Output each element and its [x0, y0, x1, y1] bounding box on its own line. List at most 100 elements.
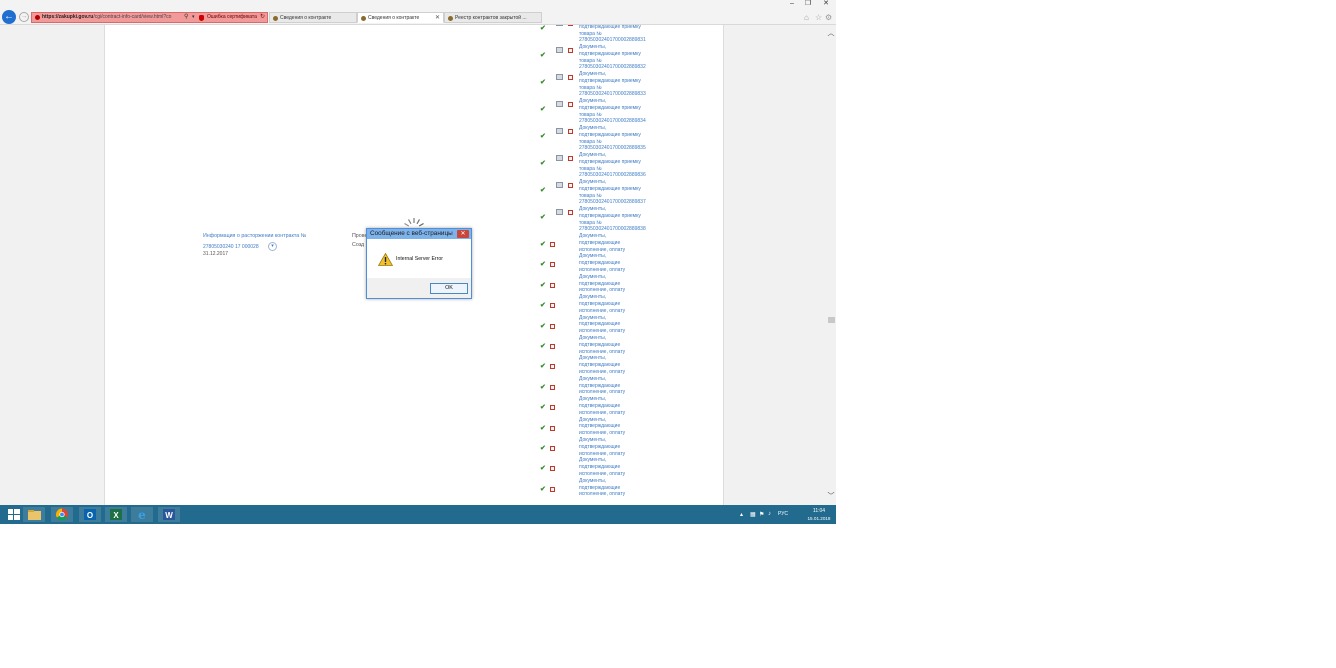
performance-doc-link[interactable]: Документы, подтверждающие исполнение, опла… [579, 355, 659, 375]
acceptance-doc-link[interactable]: Документы,подтверждающие приемкутовара №… [579, 152, 659, 179]
tab-contract-info-1[interactable]: Сведения о контракте [269, 12, 357, 23]
certificate-error-label[interactable]: Ошибка сертификата [207, 13, 257, 22]
performance-doc-link[interactable]: Документы, подтверждающие исполнение, опла… [579, 437, 659, 457]
back-button[interactable]: ← [2, 10, 16, 24]
print-icon[interactable] [556, 182, 563, 188]
delete-icon[interactable] [550, 262, 555, 268]
clock-time[interactable]: 11:04 [808, 508, 830, 514]
delete-icon[interactable] [550, 242, 555, 247]
address-url[interactable]: https://zakupki.gov.ru/cgi/contract-info… [42, 13, 182, 22]
acceptance-doc-link[interactable]: Документы,подтверждающие приемкутовара №… [579, 25, 659, 44]
chevron-down-icon[interactable]: ▾ [192, 13, 195, 22]
close-tab-icon[interactable]: ✕ [435, 13, 440, 22]
doc-number: 278050302401700002889837 [579, 199, 646, 206]
tray-chevron-icon[interactable]: ▴ [740, 511, 743, 518]
volume-icon[interactable]: ♪ [768, 511, 771, 517]
outlook-icon[interactable]: O [79, 507, 101, 522]
doc-line-1: Документы, [579, 44, 607, 50]
doc-line-3: исполнение, оплату [579, 348, 626, 355]
close-window-button[interactable]: ✕ [816, 0, 836, 8]
minimize-button[interactable]: – [784, 0, 800, 8]
delete-icon[interactable] [568, 75, 573, 80]
termination-contract-number[interactable]: 27805030240 17 000028 [203, 244, 259, 250]
print-icon[interactable] [556, 128, 563, 134]
search-icon[interactable]: ⚲ [184, 13, 188, 22]
chrome-browser-icon[interactable] [51, 507, 73, 522]
delete-icon[interactable] [550, 344, 555, 349]
acceptance-doc-link[interactable]: Документы,подтверждающие приемкутовара №… [579, 98, 659, 125]
performance-doc-link[interactable]: Документы, подтверждающие исполнение, опла… [579, 376, 659, 396]
performance-doc-link[interactable]: Документы, подтверждающие исполнение, опла… [579, 396, 659, 416]
delete-icon[interactable] [550, 364, 555, 370]
home-icon[interactable]: ⌂ [804, 13, 809, 22]
acceptance-doc-link[interactable]: Документы,подтверждающие приемкутовара №… [579, 206, 659, 233]
tab-contract-registry[interactable]: Реестр контрактов закрытой ... [444, 12, 542, 23]
acceptance-doc-link[interactable]: Документы,подтверждающие приемкутовара №… [579, 125, 659, 152]
performance-doc-link[interactable]: Документы, подтверждающие исполнение, опла… [579, 233, 659, 253]
doc-line-2: подтверждающие [579, 260, 621, 267]
delete-icon[interactable] [550, 323, 555, 329]
dialog-titlebar[interactable]: Сообщение с веб-страницы ✕ [367, 229, 471, 239]
print-icon[interactable] [556, 25, 563, 26]
delete-icon[interactable] [568, 129, 573, 134]
gear-icon[interactable]: ⚙ [825, 13, 832, 22]
forward-button[interactable]: → [19, 12, 29, 22]
acceptance-doc-link[interactable]: Документы,подтверждающие приемкутовара №… [579, 71, 659, 98]
site-favicon-icon [448, 16, 453, 21]
delete-icon[interactable] [568, 210, 573, 215]
performance-doc-link[interactable]: Документы, подтверждающие исполнение, опла… [579, 274, 659, 294]
delete-icon[interactable] [550, 466, 555, 472]
scroll-up-icon[interactable]: ︿ [826, 28, 836, 38]
performance-doc-link[interactable]: Документы, подтверждающие исполнение, опла… [579, 457, 659, 477]
file-explorer-icon[interactable] [23, 507, 45, 522]
termination-info-link[interactable]: Информация о расторжении контракта № [203, 233, 306, 239]
delete-icon[interactable] [550, 446, 555, 451]
doc-number: 278050302401700002889835 [579, 145, 646, 152]
scroll-thumb[interactable] [828, 317, 835, 323]
print-icon[interactable] [556, 209, 563, 215]
print-icon[interactable] [556, 47, 563, 53]
acceptance-doc-link[interactable]: Документы,подтверждающие приемкутовара №… [579, 44, 659, 71]
delete-icon[interactable] [568, 156, 573, 161]
excel-icon[interactable]: X [105, 507, 127, 522]
print-icon[interactable] [556, 74, 563, 80]
vertical-scrollbar[interactable]: ︿ ﹀ [826, 25, 836, 505]
delete-icon[interactable] [550, 405, 555, 411]
delete-icon[interactable] [568, 183, 573, 188]
scroll-down-icon[interactable]: ﹀ [826, 491, 836, 501]
expand-down-icon[interactable]: ▾ [268, 242, 277, 251]
clock-date[interactable]: 15.01.2018 [804, 516, 834, 521]
delete-icon[interactable] [550, 425, 555, 431]
address-bar[interactable]: https://zakupki.gov.ru/cgi/contract-info… [31, 12, 268, 23]
tab-contract-info-2[interactable]: Сведения о контракте ✕ [357, 12, 444, 23]
performance-doc-link[interactable]: Документы, подтверждающие исполнение, опла… [579, 294, 659, 314]
windows-start-icon[interactable] [3, 507, 25, 522]
dialog-close-button[interactable]: ✕ [457, 230, 469, 238]
performance-doc-link[interactable]: Документы, подтверждающие исполнение, опла… [579, 315, 659, 335]
check-icon: ✔ [540, 106, 546, 113]
language-indicator[interactable]: РУС [778, 511, 788, 517]
delete-icon[interactable] [550, 282, 555, 288]
delete-icon[interactable] [550, 384, 555, 390]
delete-icon[interactable] [568, 25, 573, 26]
print-icon[interactable] [556, 101, 563, 107]
favorites-star-icon[interactable]: ☆ [815, 13, 822, 22]
word-icon[interactable]: W [158, 507, 180, 522]
reload-icon[interactable]: ↻ [260, 13, 265, 22]
network-icon[interactable]: ▦ [750, 511, 756, 518]
delete-icon[interactable] [568, 102, 573, 107]
acceptance-doc-link[interactable]: Документы,подтверждающие приемкутовара №… [579, 179, 659, 206]
print-icon[interactable] [556, 155, 563, 161]
delete-icon[interactable] [550, 303, 555, 309]
performance-doc-link[interactable]: Документы, подтверждающие исполнение, опла… [579, 253, 659, 273]
performance-doc-link[interactable]: Документы, подтверждающие исполнение, опла… [579, 335, 659, 355]
performance-doc-link[interactable]: Документы, подтверждающие исполнение, опла… [579, 478, 659, 498]
flag-icon[interactable]: ⚑ [759, 511, 764, 518]
check-icon: ✔ [540, 187, 546, 194]
internet-explorer-icon[interactable]: e [131, 507, 153, 522]
restore-button[interactable]: ❐ [800, 0, 816, 8]
performance-doc-link[interactable]: Документы, подтверждающие исполнение, опла… [579, 417, 659, 437]
delete-icon[interactable] [568, 48, 573, 53]
ok-button[interactable]: OK [430, 283, 468, 294]
delete-icon[interactable] [550, 486, 555, 492]
